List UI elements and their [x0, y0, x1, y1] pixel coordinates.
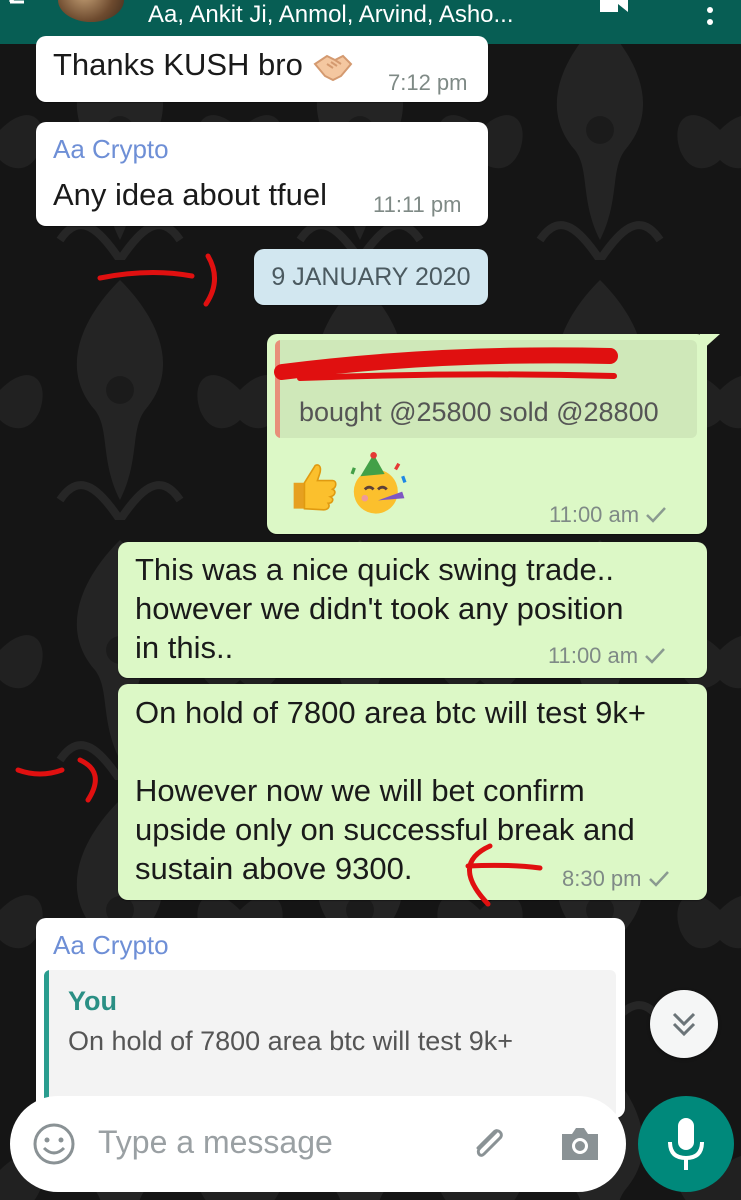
quoted-author: You — [68, 986, 117, 1016]
message-time: 11:00 am — [549, 502, 667, 528]
quoted-text: On hold of 7800 area btc will test 9k+ — [68, 1026, 514, 1056]
sender-name[interactable]: Aa Crypto — [53, 134, 169, 165]
mic-icon — [668, 1118, 704, 1170]
message-bubble[interactable]: bought @25800 sold @28800 11:00 am — [267, 334, 720, 534]
sent-tick-icon — [648, 871, 669, 887]
party-face-emoji-icon — [350, 452, 407, 514]
sent-tick-icon — [645, 648, 666, 664]
message-time: 8:30 pm — [562, 866, 670, 892]
thumbs-up-emoji-icon — [293, 464, 337, 511]
message-time: 11:00 am — [548, 643, 666, 669]
sent-tick-icon — [646, 507, 667, 523]
handshake-emoji-icon — [313, 54, 353, 82]
message-time: 7:12 pm — [388, 70, 468, 95]
attach-icon[interactable] — [466, 1120, 514, 1168]
bubble-tail — [700, 334, 720, 352]
group-title[interactable]: Aa, Ankit Ji, Anmol, Arvind, Asho... — [148, 0, 514, 30]
sender-name[interactable]: Aa Crypto — [53, 930, 169, 961]
message-bubble[interactable]: Aa Crypto You On hold of 7800 area btc w… — [36, 918, 625, 1118]
message-time: 11:11 pm — [373, 192, 462, 217]
message-text: Any idea about tfuel — [53, 177, 328, 212]
camera-icon[interactable] — [556, 1120, 604, 1168]
scroll-to-bottom-button[interactable] — [650, 990, 718, 1058]
message-input[interactable]: Type a message — [98, 1124, 333, 1161]
emoji-icon[interactable] — [30, 1120, 78, 1168]
message-bubble[interactable]: On hold of 7800 area btc will test 9k+ H… — [118, 684, 707, 900]
quoted-text: bought @25800 sold @28800 — [299, 397, 659, 427]
double-chevron-down-icon — [672, 1012, 696, 1037]
back-arrow-icon[interactable] — [6, 0, 30, 18]
message-text: Thanks KUSH bro — [53, 47, 303, 82]
message-bubble[interactable]: Thanks KUSH bro 7:12 pm — [36, 36, 488, 102]
voice-message-button[interactable] — [638, 1096, 734, 1192]
video-call-icon[interactable] — [596, 0, 632, 18]
message-bubble[interactable]: This was a nice quick swing trade.. howe… — [118, 542, 707, 678]
message-text: On hold of 7800 area btc will test 9k+ H… — [135, 695, 646, 886]
group-avatar[interactable] — [58, 0, 124, 22]
message-bubble[interactable]: Aa Crypto Any idea about tfuel 11:11 pm — [36, 122, 488, 226]
quoted-message[interactable]: bought @25800 sold @28800 — [275, 340, 697, 438]
message-composer[interactable]: Type a message — [10, 1096, 626, 1192]
date-divider: 9 JANUARY 2020 — [254, 249, 488, 305]
date-divider-label: 9 JANUARY 2020 — [271, 263, 471, 291]
more-options-icon[interactable] — [700, 4, 720, 40]
